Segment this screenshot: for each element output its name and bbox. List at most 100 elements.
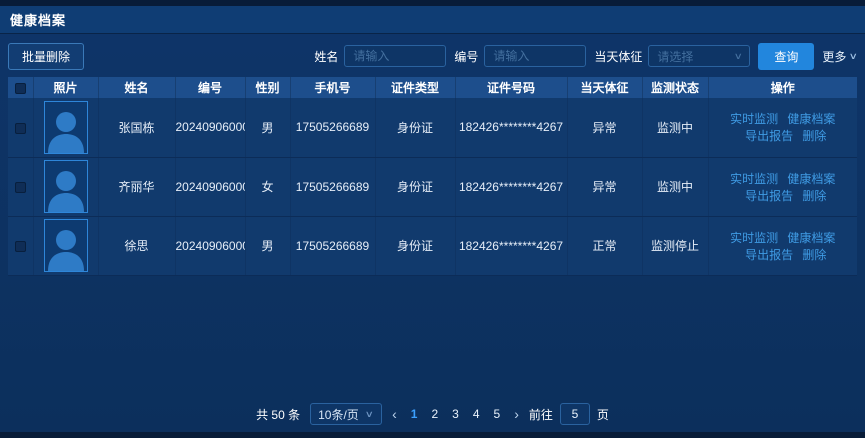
batch-delete-button[interactable]: 批量删除 <box>8 43 84 70</box>
goto-page: 前往 页 <box>529 403 609 425</box>
table-empty-area <box>8 276 857 399</box>
cell-cert-type: 身份证 <box>375 98 455 157</box>
table-header-row: 照片 姓名 编号 性别 手机号 证件类型 证件号码 当天体征 监测状态 操作 <box>8 77 857 98</box>
page-number-5[interactable]: 5 <box>494 407 501 421</box>
export-report-link[interactable]: 导出报告 <box>745 129 793 143</box>
records-table: 照片 姓名 编号 性别 手机号 证件类型 证件号码 当天体征 监测状态 操作 <box>8 77 857 276</box>
goto-page-input[interactable] <box>560 403 590 425</box>
cell-status: 监测停止 <box>642 216 708 275</box>
cell-vitals: 正常 <box>567 216 642 275</box>
cell-cert-no: 182426********4267 <box>455 216 567 275</box>
col-photo: 照片 <box>33 77 98 98</box>
row-checkbox[interactable] <box>15 182 26 193</box>
person-silhouette-icon <box>46 166 86 212</box>
page-title: 健康档案 <box>10 10 66 29</box>
delete-link[interactable]: 删除 <box>802 189 826 203</box>
next-page-arrow[interactable]: › <box>514 407 519 421</box>
cell-cert-type: 身份证 <box>375 216 455 275</box>
goto-label: 前往 <box>529 406 553 423</box>
cell-name: 张国栋 <box>98 98 175 157</box>
filter-name: 姓名 <box>314 45 446 67</box>
page-number-1[interactable]: 1 <box>411 407 418 421</box>
health-record-link[interactable]: 健康档案 <box>787 172 835 186</box>
page-number-3[interactable]: 3 <box>452 407 459 421</box>
delete-link[interactable]: 删除 <box>802 129 826 143</box>
name-filter-label: 姓名 <box>314 48 338 65</box>
cell-vitals: 异常 <box>567 98 642 157</box>
code-filter-label: 编号 <box>454 48 478 65</box>
person-silhouette-icon <box>46 225 86 271</box>
chevron-down-icon: ∨ <box>733 51 742 62</box>
col-gender: 性别 <box>245 77 290 98</box>
vitals-select-placeholder: 请选择 <box>657 48 693 65</box>
search-button[interactable]: 查询 <box>758 43 814 70</box>
cell-name: 徐思 <box>98 216 175 275</box>
cell-cert-type: 身份证 <box>375 157 455 216</box>
cell-name: 齐丽华 <box>98 157 175 216</box>
col-vitals: 当天体征 <box>567 77 642 98</box>
cell-gender: 男 <box>245 98 290 157</box>
filter-bar: 姓名 编号 当天体征 请选择 ∨ 查询 更多 ∨ <box>314 43 857 70</box>
delete-link[interactable]: 删除 <box>802 248 826 262</box>
name-filter-input[interactable] <box>344 45 446 67</box>
total-count: 共 50 条 <box>256 406 300 423</box>
col-cert-no: 证件号码 <box>455 77 567 98</box>
cell-phone: 17505266689 <box>290 216 375 275</box>
cell-code: 202409060003 <box>175 216 245 275</box>
goto-suffix: 页 <box>597 406 609 423</box>
health-record-link[interactable]: 健康档案 <box>787 231 835 245</box>
page-size-value: 10条/页 <box>318 406 359 423</box>
table-row: 徐思 202409060003 男 17505266689 身份证 182426… <box>8 216 857 275</box>
col-cert-type: 证件类型 <box>375 77 455 98</box>
cell-gender: 女 <box>245 157 290 216</box>
main-content: 批量删除 姓名 编号 当天体征 请选择 ∨ 查询 更多 ∨ <box>0 34 865 432</box>
filter-vitals: 当天体征 请选择 ∨ <box>594 45 750 67</box>
cell-cert-no: 182426********4267 <box>455 98 567 157</box>
bottom-window-strip <box>0 432 865 438</box>
vitals-filter-select[interactable]: 请选择 ∨ <box>648 45 750 67</box>
prev-page-arrow[interactable]: ‹ <box>392 407 397 421</box>
cell-code: 202409060002 <box>175 157 245 216</box>
table-row: 张国栋 202409060001 男 17505266689 身份证 18242… <box>8 98 857 157</box>
col-actions: 操作 <box>708 77 857 98</box>
cell-phone: 17505266689 <box>290 98 375 157</box>
health-record-link[interactable]: 健康档案 <box>787 112 835 126</box>
col-code: 编号 <box>175 77 245 98</box>
export-report-link[interactable]: 导出报告 <box>745 248 793 262</box>
export-report-link[interactable]: 导出报告 <box>745 189 793 203</box>
more-button[interactable]: 更多 ∨ <box>822 48 857 65</box>
cell-code: 202409060001 <box>175 98 245 157</box>
cell-phone: 17505266689 <box>290 157 375 216</box>
cell-gender: 男 <box>245 216 290 275</box>
pager: ‹ 1 2 3 4 5 › <box>392 407 519 421</box>
cell-status: 监测中 <box>642 98 708 157</box>
realtime-monitor-link[interactable]: 实时监测 <box>730 112 778 126</box>
pagination: 共 50 条 10条/页 ∨ ‹ 1 2 3 4 5 › 前往 页 <box>8 398 857 430</box>
avatar <box>44 219 88 272</box>
col-phone: 手机号 <box>290 77 375 98</box>
col-name: 姓名 <box>98 77 175 98</box>
cell-status: 监测中 <box>642 157 708 216</box>
chevron-down-icon: ∨ <box>364 409 373 420</box>
page-number-2[interactable]: 2 <box>431 407 438 421</box>
avatar <box>44 160 88 213</box>
realtime-monitor-link[interactable]: 实时监测 <box>730 172 778 186</box>
table-row: 齐丽华 202409060002 女 17505266689 身份证 18242… <box>8 157 857 216</box>
avatar <box>44 101 88 154</box>
realtime-monitor-link[interactable]: 实时监测 <box>730 231 778 245</box>
toolbar: 批量删除 姓名 编号 当天体征 请选择 ∨ 查询 更多 ∨ <box>8 41 857 71</box>
more-label: 更多 <box>822 48 846 65</box>
page-number-4[interactable]: 4 <box>473 407 480 421</box>
cell-vitals: 异常 <box>567 157 642 216</box>
page-size-select[interactable]: 10条/页 ∨ <box>310 403 382 425</box>
code-filter-input[interactable] <box>484 45 586 67</box>
person-silhouette-icon <box>46 107 86 153</box>
row-checkbox[interactable] <box>15 241 26 252</box>
title-bar: 健康档案 <box>0 6 865 34</box>
vitals-filter-label: 当天体征 <box>594 48 642 65</box>
row-checkbox[interactable] <box>15 123 26 134</box>
select-all-checkbox[interactable] <box>15 83 26 94</box>
chevron-down-icon: ∨ <box>849 51 858 62</box>
col-status: 监测状态 <box>642 77 708 98</box>
filter-code: 编号 <box>454 45 586 67</box>
